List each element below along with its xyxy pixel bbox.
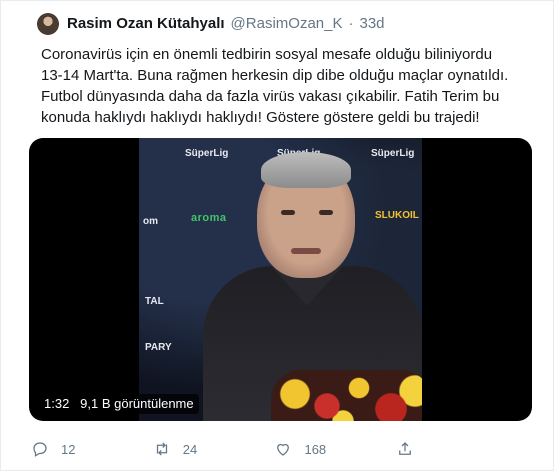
- video-overlay: 1:32 9,1 B görüntülenme: [39, 394, 199, 414]
- tweet-card[interactable]: Rasim Ozan Kütahyalı @RasimOzan_K · 33d …: [0, 0, 554, 471]
- separator-dot: ·: [348, 15, 354, 32]
- speaker-eye: [319, 210, 333, 215]
- like-button[interactable]: 168: [274, 440, 396, 458]
- tweet-actions: 12 24 168: [31, 439, 431, 459]
- heart-icon: [277, 443, 290, 456]
- sponsor-logo: PARY: [145, 342, 172, 353]
- sponsor-logo: TAL: [145, 296, 164, 307]
- sponsor-logo: om: [143, 216, 158, 227]
- reply-icon: [33, 442, 47, 457]
- video-duration: 1:32 9,1 B görüntülenme: [39, 394, 199, 414]
- sponsor-logo: SLUKOIL: [375, 210, 419, 221]
- view-count: 9,1 B görüntülenme: [80, 396, 194, 411]
- retweet-button[interactable]: 24: [153, 440, 275, 458]
- retweet-count: 24: [182, 441, 198, 457]
- sponsor-logo: SüperLig: [185, 148, 229, 159]
- speaker-mouth: [291, 248, 321, 254]
- video-player[interactable]: SüperLig SüperLig SüperLig aroma SLUKOIL…: [29, 138, 532, 421]
- share-button[interactable]: [396, 440, 431, 458]
- avatar[interactable]: [37, 13, 59, 35]
- share-icon: [399, 442, 412, 455]
- reply-button[interactable]: 12: [31, 440, 153, 458]
- sponsor-logo: aroma: [191, 212, 227, 224]
- like-count: 168: [304, 441, 327, 457]
- tweet-header: Rasim Ozan Kütahyalı @RasimOzan_K · 33d: [67, 15, 385, 32]
- retweet-icon: [156, 442, 167, 456]
- video-frame[interactable]: SüperLig SüperLig SüperLig aroma SLUKOIL…: [139, 138, 422, 421]
- user-handle[interactable]: @RasimOzan_K: [231, 15, 343, 32]
- speaker-eye: [281, 210, 295, 215]
- reply-count: 12: [61, 441, 76, 457]
- tweet-age[interactable]: 33d: [359, 15, 384, 32]
- display-name[interactable]: Rasim Ozan Kütahyalı: [67, 15, 225, 32]
- tweet-text: Coronavirüs için en önemli tedbirin sosy…: [41, 46, 509, 126]
- flower-arrangement: [271, 370, 422, 421]
- duration-text: 1:32: [44, 396, 70, 411]
- sponsor-logo: SüperLig: [371, 148, 415, 159]
- speaker-hair: [261, 152, 351, 188]
